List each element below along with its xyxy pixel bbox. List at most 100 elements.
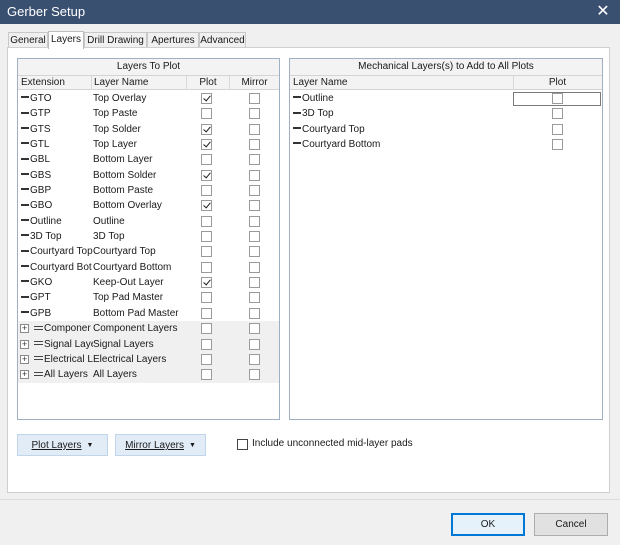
mirror-checkbox[interactable] [249,323,260,335]
dash-icon [21,111,29,114]
plot-checkbox[interactable] [201,215,212,227]
expand-icon[interactable]: + [20,354,29,364]
mirror-checkbox[interactable] [249,261,260,273]
tab-apertures[interactable]: Apertures [147,32,199,48]
table-row[interactable]: GTS Top Solder [18,122,279,137]
mech-layer-name-text: Courtyard Bottom [302,139,381,151]
mechanical-layers-grid: Mechanical Layers(s) to Add to All Plots… [289,58,603,420]
plot-checkbox[interactable] [201,185,212,197]
plot-layers-button[interactable]: Plot Layers ▼ [17,434,108,456]
mirror-checkbox[interactable] [249,169,260,181]
mirror-checkbox[interactable] [249,353,260,365]
extension-text: GBS [30,169,52,181]
plot-checkbox[interactable] [201,292,212,304]
dash-icon [21,265,29,268]
include-unconnected-checkbox[interactable] [237,439,248,450]
mirror-checkbox[interactable] [249,154,260,166]
mirror-checkbox[interactable] [249,93,260,104]
plot-checkbox[interactable] [201,93,212,104]
group-row[interactable]: + Componer Component Layers [18,321,279,337]
mirror-checkbox[interactable] [249,338,260,350]
layer-name-cell: Top Solder [93,123,141,135]
layers-grid-header: Extension Layer Name Plot Mirror [18,76,279,90]
cancel-button[interactable]: Cancel [534,513,608,536]
mirror-layers-button[interactable]: Mirror Layers ▼ [115,434,206,456]
mechanical-row[interactable]: 3D Top [290,106,602,121]
table-row[interactable]: GTP Top Paste [18,106,279,121]
plot-checkbox[interactable] [201,323,212,335]
table-row[interactable]: Courtyard Top Courtyard Top [18,244,279,259]
mirror-checkbox[interactable] [249,307,260,319]
table-row[interactable]: GBO Bottom Overlay [18,198,279,213]
mech-plot-checkbox[interactable] [552,139,563,151]
group-row[interactable]: + Electrical L Electrical Layers [18,351,279,368]
mirror-checkbox[interactable] [249,277,260,289]
mirror-checkbox[interactable] [249,108,260,120]
mechanical-row[interactable]: Courtyard Bottom [290,137,602,152]
column-header-plot[interactable]: Plot [186,76,229,90]
layer-name-cell: Courtyard Bottom [93,261,172,273]
plot-checkbox[interactable] [201,369,212,381]
mirror-checkbox[interactable] [249,292,260,304]
column-header-extension[interactable]: Extension [21,76,65,90]
extension-text: GBO [30,200,53,212]
table-row[interactable]: GBL Bottom Layer [18,152,279,167]
tab-general[interactable]: General [8,32,48,48]
plot-checkbox[interactable] [201,108,212,120]
ok-button[interactable]: OK [451,513,525,536]
table-row[interactable]: GPT Top Pad Master [18,290,279,305]
table-row[interactable]: GPB Bottom Pad Master [18,306,279,321]
tab-advanced[interactable]: Advanced [199,32,246,48]
plot-checkbox[interactable] [201,277,212,289]
mechanical-row[interactable]: Courtyard Top [290,122,602,137]
table-row[interactable]: GTL Top Layer [18,137,279,152]
chevron-down-icon: ▼ [188,442,196,449]
tab-drill-drawing[interactable]: Drill Drawing [84,32,147,48]
mirror-checkbox[interactable] [249,200,260,212]
mech-plot-checkbox[interactable] [552,93,563,104]
column-header-mech-layer-name[interactable]: Layer Name [293,76,347,90]
mirror-checkbox[interactable] [249,369,260,381]
mirror-checkbox[interactable] [249,215,260,227]
expand-icon[interactable]: + [20,370,29,380]
group-row[interactable]: + Signal Laye Signal Layers [18,336,279,352]
plot-checkbox[interactable] [201,200,212,212]
plot-checkbox[interactable] [201,261,212,273]
group-row[interactable]: + All Layers All Layers [18,367,279,383]
table-row[interactable]: Outline Outline [18,214,279,229]
table-row[interactable]: GBS Bottom Solder [18,168,279,183]
table-row[interactable]: 3D Top 3D Top [18,229,279,244]
table-row[interactable]: GKO Keep-Out Layer [18,275,279,290]
mech-plot-checkbox[interactable] [552,123,563,135]
plot-checkbox[interactable] [201,169,212,181]
extension-cell: GBO [21,198,93,213]
plot-checkbox[interactable] [201,231,212,243]
expand-icon[interactable]: + [20,324,29,334]
plot-checkbox[interactable] [201,338,212,350]
table-row[interactable]: Courtyard Bot Courtyard Bottom [18,260,279,275]
tab-layers[interactable]: Layers [48,31,84,49]
layer-group-icon [34,356,43,361]
plot-checkbox[interactable] [201,246,212,258]
plot-checkbox[interactable] [201,139,212,151]
dash-icon [21,203,29,206]
mirror-checkbox[interactable] [249,246,260,258]
mirror-checkbox[interactable] [249,231,260,243]
mirror-checkbox[interactable] [249,185,260,197]
mech-plot-checkbox[interactable] [552,108,563,120]
plot-checkbox[interactable] [201,154,212,166]
mirror-checkbox[interactable] [249,139,260,151]
plot-checkbox[interactable] [201,123,212,135]
plot-checkbox[interactable] [201,353,212,365]
close-icon[interactable]: ✕ [594,0,612,24]
column-header-mech-plot[interactable]: Plot [513,76,601,90]
table-row[interactable]: GTO Top Overlay [18,91,279,106]
mechanical-row[interactable]: Outline [290,91,602,106]
column-header-mirror[interactable]: Mirror [229,76,279,90]
column-header-layer-name[interactable]: Layer Name [91,76,148,90]
mirror-checkbox[interactable] [249,123,260,135]
expand-icon[interactable]: + [20,339,29,349]
plot-checkbox[interactable] [201,307,212,319]
plot-layers-label: Plot Layers [31,440,82,451]
table-row[interactable]: GBP Bottom Paste [18,183,279,198]
